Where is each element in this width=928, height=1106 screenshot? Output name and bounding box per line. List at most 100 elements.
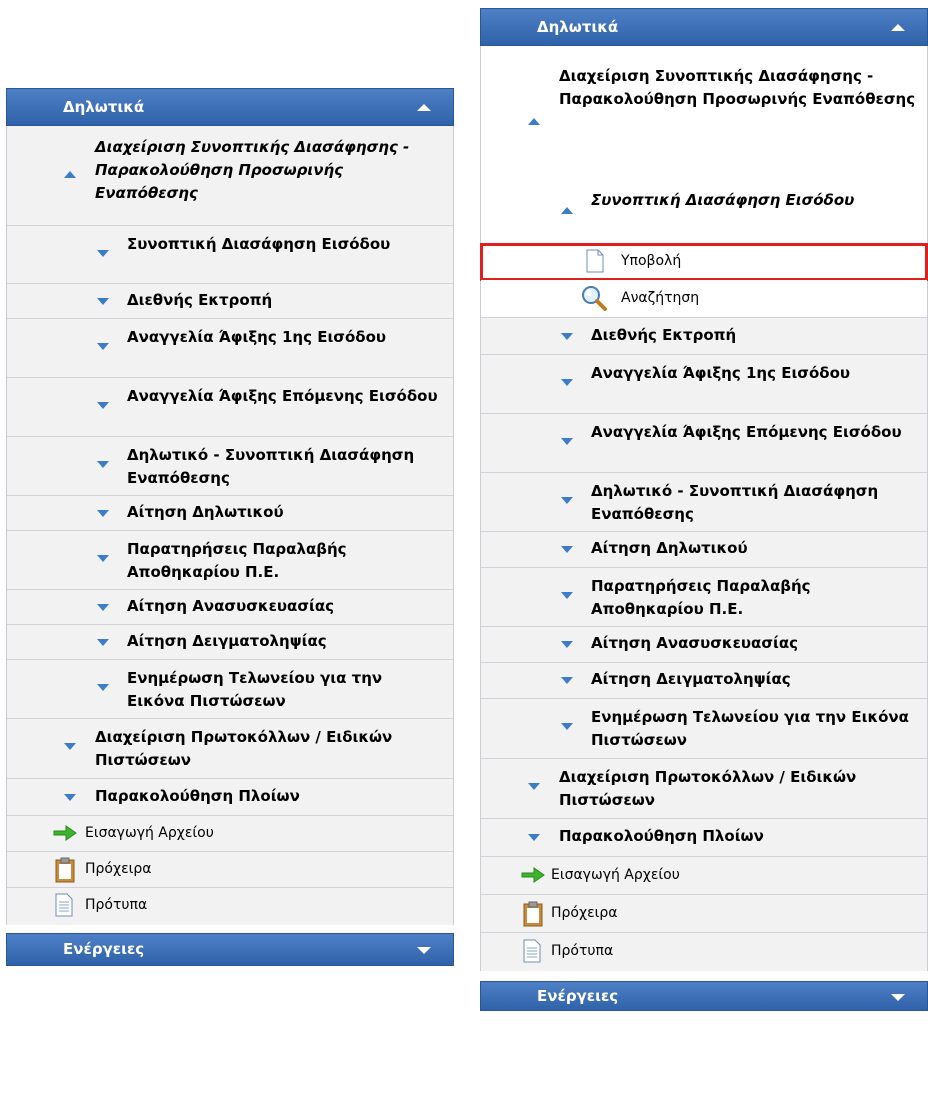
triangle-up-icon [64,171,76,178]
triangle-down-icon [97,343,109,350]
menu-item-label: Εισαγωγή Αρχείου [85,825,214,841]
submit-link[interactable]: Υποβολή [480,243,928,281]
menu-group-ships[interactable]: Παρακολούθηση Πλοίων [481,819,927,857]
triangle-up-icon [561,207,573,214]
clipboard-icon [523,901,543,927]
menu-item-arrival-next[interactable]: Αναγγελία Άφιξης Επόμενης Εισόδου [481,414,927,473]
menu-group-label: Διαχείριση Πρωτοκόλλων / Ειδικών Πιστώσε… [559,768,857,809]
menu-item-label: Συνοπτική Διασάφηση Εισόδου [591,191,855,209]
menu-item-label: Αναγγελία Άφιξης 1ης Εισόδου [127,328,387,346]
triangle-down-icon [97,684,109,691]
right-panel: Δηλωτικά Διαχείριση Συνοπτικής Διασάφηση… [480,8,928,1011]
blank-page-icon [586,249,604,273]
menu-item-diversion[interactable]: Διεθνής Εκτροπή [7,284,453,319]
menu-group-label: Διαχείριση Συνοπτικής Διασάφησης - Παρακ… [559,67,916,108]
menu-item-summary-entry-open[interactable]: Συνοπτική Διασάφηση Εισόδου [481,186,927,244]
menu-body: Διαχείριση Συνοπτικής Διασάφησης - Παρακ… [480,46,928,971]
triangle-down-icon [561,723,573,730]
menu-item-repackaging[interactable]: Αίτηση Ανασυσκευασίας [7,590,453,625]
footer-title: Ενέργειες [63,940,145,958]
menu-item-manifest-request[interactable]: Αίτηση Δηλωτικού [7,496,453,531]
menu-item-receipt-remarks[interactable]: Παρατηρήσεις Παραλαβής Αποθηκαρίου Π.Ε. [481,568,927,627]
menu-item-import-file[interactable]: Εισαγωγή Αρχείου [481,857,927,895]
search-label: Αναζήτηση [621,290,700,306]
triangle-down-icon [97,639,109,646]
menu-item-arrival-first[interactable]: Αναγγελία Άφιξης 1ης Εισόδου [481,355,927,414]
menu-item-label: Παρατηρήσεις Παραλαβής Αποθηκαρίου Π.Ε. [127,540,347,581]
menu-item-receipt-remarks[interactable]: Παρατηρήσεις Παραλαβής Αποθηκαρίου Π.Ε. [7,531,453,590]
menu-item-arrival-next[interactable]: Αναγγελία Άφιξης Επόμενης Εισόδου [7,378,453,437]
menu-item-label: Αναγγελία Άφιξης 1ης Εισόδου [591,364,851,382]
submit-label: Υποβολή [621,253,682,269]
menu-item-manifest-request[interactable]: Αίτηση Δηλωτικού [481,532,927,568]
triangle-down-icon [561,641,573,648]
menu-group-label: Παρακολούθηση Πλοίων [95,787,300,805]
menu-item-label: Ενημέρωση Τελωνείου για την Εικόνα Πιστώ… [127,669,383,710]
header-title: Δηλωτικά [63,98,145,116]
actions-header[interactable]: Ενέργειες [6,933,454,966]
menu-item-sampling[interactable]: Αίτηση Δειγματοληψίας [481,663,927,699]
menu-body: Διαχείριση Συνοπτικής Διασάφησης - Παρακ… [6,126,454,925]
menu-group-protocols[interactable]: Διαχείριση Πρωτοκόλλων / Ειδικών Πιστώσε… [7,719,453,779]
menu-item-drafts[interactable]: Πρόχειρα [7,852,453,888]
triangle-down-icon [64,794,76,801]
menu-item-manifest[interactable]: Δηλωτικό - Συνοπτική Διασάφηση Εναπόθεση… [481,473,927,532]
menu-group-label: Διαχείριση Πρωτοκόλλων / Ειδικών Πιστώσε… [95,728,393,769]
menu-group-label: Παρακολούθηση Πλοίων [559,827,764,845]
triangle-down-icon [561,438,573,445]
triangle-down-icon [561,677,573,684]
menu-item-manifest[interactable]: Δηλωτικό - Συνοπτική Διασάφηση Εναπόθεση… [7,437,453,496]
left-panel: Δηλωτικά Διαχείριση Συνοπτικής Διασάφηση… [6,88,454,966]
triangle-down-icon [97,510,109,517]
menu-item-templates[interactable]: Πρότυπα [481,933,927,971]
triangle-down-icon [97,555,109,562]
document-icon [55,893,73,917]
green-arrow-icon [521,867,545,883]
menu-item-credit-update[interactable]: Ενημέρωση Τελωνείου για την Εικόνα Πιστώ… [481,699,927,759]
menu-group-label: Διαχείριση Συνοπτικής Διασάφησης - Παρακ… [95,138,410,202]
menu-item-templates[interactable]: Πρότυπα [7,888,453,925]
triangle-down-icon [561,333,573,340]
menu-item-label: Πρόχειρα [85,861,152,877]
triangle-down-icon [97,250,109,257]
triangle-up-icon [528,118,540,125]
menu-item-import-file[interactable]: Εισαγωγή Αρχείου [7,816,453,852]
actions-header[interactable]: Ενέργειες [480,981,928,1011]
menu-item-repackaging[interactable]: Αίτηση Ανασυσκευασίας [481,627,927,663]
menu-item-drafts[interactable]: Πρόχειρα [481,895,927,933]
magnifier-icon [582,286,607,311]
expand-arrow-icon [417,947,431,954]
menu-item-label: Παρατηρήσεις Παραλαβής Αποθηκαρίου Π.Ε. [591,577,811,618]
menu-item-summary-entry[interactable]: Συνοπτική Διασάφηση Εισόδου [7,226,453,284]
menu-item-label: Αίτηση Δηλωτικού [127,503,284,521]
dilotika-header[interactable]: Δηλωτικά [480,8,928,46]
dilotika-header[interactable]: Δηλωτικά [6,88,454,126]
menu-item-label: Διεθνής Εκτροπή [591,326,737,344]
panel-gap [6,925,454,933]
triangle-down-icon [97,402,109,409]
menu-item-credit-update[interactable]: Ενημέρωση Τελωνείου για την Εικόνα Πιστώ… [7,660,453,719]
menu-item-label: Αίτηση Δειγματοληψίας [591,670,791,688]
menu-item-label: Αναγγελία Άφιξης Επόμενης Εισόδου [127,387,438,405]
triangle-down-icon [528,834,540,841]
menu-item-diversion[interactable]: Διεθνής Εκτροπή [481,318,927,355]
collapse-arrow-icon [417,104,431,111]
menu-group-summary-declaration[interactable]: Διαχείριση Συνοπτικής Διασάφησης - Παρακ… [481,46,927,186]
triangle-down-icon [97,461,109,468]
menu-item-label: Αίτηση Δηλωτικού [591,539,748,557]
menu-group-protocols[interactable]: Διαχείριση Πρωτοκόλλων / Ειδικών Πιστώσε… [481,759,927,819]
menu-item-sampling[interactable]: Αίτηση Δειγματοληψίας [7,625,453,660]
menu-item-label: Πρότυπα [85,897,148,913]
triangle-down-icon [561,592,573,599]
search-link[interactable]: Αναζήτηση [481,280,927,318]
menu-item-label: Ενημέρωση Τελωνείου για την Εικόνα Πιστώ… [591,708,909,749]
panel-gap [480,971,928,981]
menu-item-arrival-first[interactable]: Αναγγελία Άφιξης 1ης Εισόδου [7,319,453,378]
menu-item-label: Δηλωτικό - Συνοπτική Διασάφηση Εναπόθεση… [591,482,879,523]
header-title: Δηλωτικά [537,18,619,36]
menu-group-summary-declaration[interactable]: Διαχείριση Συνοπτικής Διασάφησης - Παρακ… [7,126,453,226]
menu-item-label: Αίτηση Ανασυσκευασίας [591,634,799,652]
triangle-down-icon [97,604,109,611]
menu-item-label: Αναγγελία Άφιξης Επόμενης Εισόδου [591,423,902,441]
menu-group-ships[interactable]: Παρακολούθηση Πλοίων [7,779,453,816]
